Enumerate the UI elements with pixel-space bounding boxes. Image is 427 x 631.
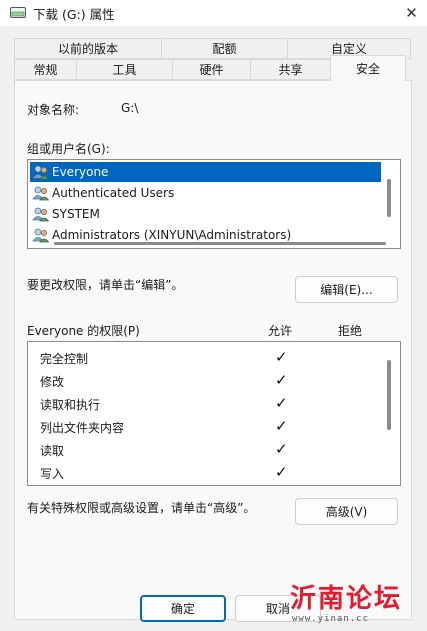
list-item[interactable]: SYSTEM bbox=[30, 204, 100, 224]
allow-check-icon: ✓ bbox=[275, 394, 288, 412]
permission-name: 读取 bbox=[40, 443, 65, 458]
user-name: Authenticated Users bbox=[52, 186, 175, 200]
tab-sharing[interactable]: 共享 bbox=[250, 59, 331, 80]
watermark: 沂南论坛 www.yinan.cc bbox=[290, 578, 425, 630]
permission-row: 修改 bbox=[40, 370, 64, 392]
permission-name: 修改 bbox=[40, 374, 65, 389]
permission-row: 读取 bbox=[40, 439, 64, 461]
tab-tools[interactable]: 工具 bbox=[76, 59, 173, 80]
allow-check-icon: ✓ bbox=[275, 371, 288, 389]
tab-previous-versions[interactable]: 以前的版本 bbox=[14, 38, 162, 59]
user-list-horizontal-scrollbar[interactable] bbox=[54, 242, 386, 245]
user-name: Everyone bbox=[52, 165, 109, 179]
permission-name: 读取和执行 bbox=[40, 397, 101, 412]
permission-row: 读取和执行 bbox=[40, 393, 100, 415]
permission-name: 完全控制 bbox=[40, 351, 89, 366]
ok-button[interactable]: 确定 bbox=[140, 595, 226, 622]
permission-row: 完全控制 bbox=[40, 347, 88, 369]
user-name: Administrators (XINYUN\Administrators) bbox=[52, 228, 292, 242]
permission-row: 写入 bbox=[40, 462, 64, 484]
permissions-label: Everyone 的权限(P) bbox=[27, 324, 140, 338]
list-item[interactable]: Everyone bbox=[30, 162, 381, 182]
permission-row: 列出文件夹内容 bbox=[40, 416, 124, 438]
close-button[interactable]: ✕ bbox=[396, 0, 427, 26]
permission-list[interactable]: 完全控制 ✓ 修改 ✓ 读取和执行 ✓ 列出文件夹内容 ✓ 读取 ✓ 写入 ✓ bbox=[27, 341, 401, 486]
tab-security[interactable]: 安全 bbox=[330, 55, 406, 81]
user-list[interactable]: Everyone Authenticated Users SYSTEM Admi… bbox=[27, 159, 401, 249]
users-group-icon bbox=[32, 207, 50, 222]
object-name-label: 对象名称: bbox=[27, 103, 80, 117]
security-panel: 对象名称: G:\ 组或用户名(G): Everyone Authenticat… bbox=[14, 80, 412, 620]
allow-check-icon: ✓ bbox=[275, 463, 288, 481]
users-group-icon bbox=[32, 186, 50, 201]
permission-name: 列出文件夹内容 bbox=[40, 420, 125, 435]
permission-list-scrollbar[interactable] bbox=[387, 360, 391, 430]
close-icon: ✕ bbox=[405, 4, 418, 22]
edit-hint: 要更改权限，请单击“编辑”。 bbox=[27, 278, 184, 292]
permission-name: 写入 bbox=[40, 466, 65, 481]
tab-quota[interactable]: 配额 bbox=[161, 38, 288, 59]
tab-strip: 以前的版本 配额 自定义 常规 工具 硬件 共享 安全 bbox=[0, 38, 427, 86]
allow-check-icon: ✓ bbox=[275, 440, 288, 458]
allow-check-icon: ✓ bbox=[275, 348, 288, 366]
watermark-url: www.yinan.cc bbox=[292, 614, 370, 624]
advanced-hint: 有关特殊权限或高级设置，请单击“高级”。 bbox=[27, 501, 256, 515]
list-item[interactable]: Authenticated Users bbox=[30, 183, 174, 203]
window-title: 下载 (G:) 属性 bbox=[33, 7, 115, 22]
tab-general[interactable]: 常规 bbox=[14, 59, 77, 80]
allow-check-icon: ✓ bbox=[275, 417, 288, 435]
deny-header: 拒绝 bbox=[338, 324, 363, 338]
user-name: SYSTEM bbox=[52, 207, 100, 221]
title-bar: 下载 (G:) 属性 ✕ bbox=[0, 0, 427, 26]
advanced-button[interactable]: 高级(V) bbox=[295, 498, 398, 525]
group-or-user-label: 组或用户名(G): bbox=[27, 142, 110, 156]
object-name-value: G:\ bbox=[121, 101, 139, 115]
watermark-text: 沂南论坛 bbox=[290, 584, 403, 614]
user-list-vertical-scrollbar[interactable] bbox=[387, 179, 391, 217]
edit-button[interactable]: 编辑(E)... bbox=[295, 276, 398, 303]
tab-hardware[interactable]: 硬件 bbox=[172, 59, 251, 80]
allow-header: 允许 bbox=[268, 324, 293, 338]
users-group-icon bbox=[32, 165, 50, 180]
users-group-icon bbox=[32, 228, 50, 243]
drive-icon bbox=[10, 7, 26, 18]
